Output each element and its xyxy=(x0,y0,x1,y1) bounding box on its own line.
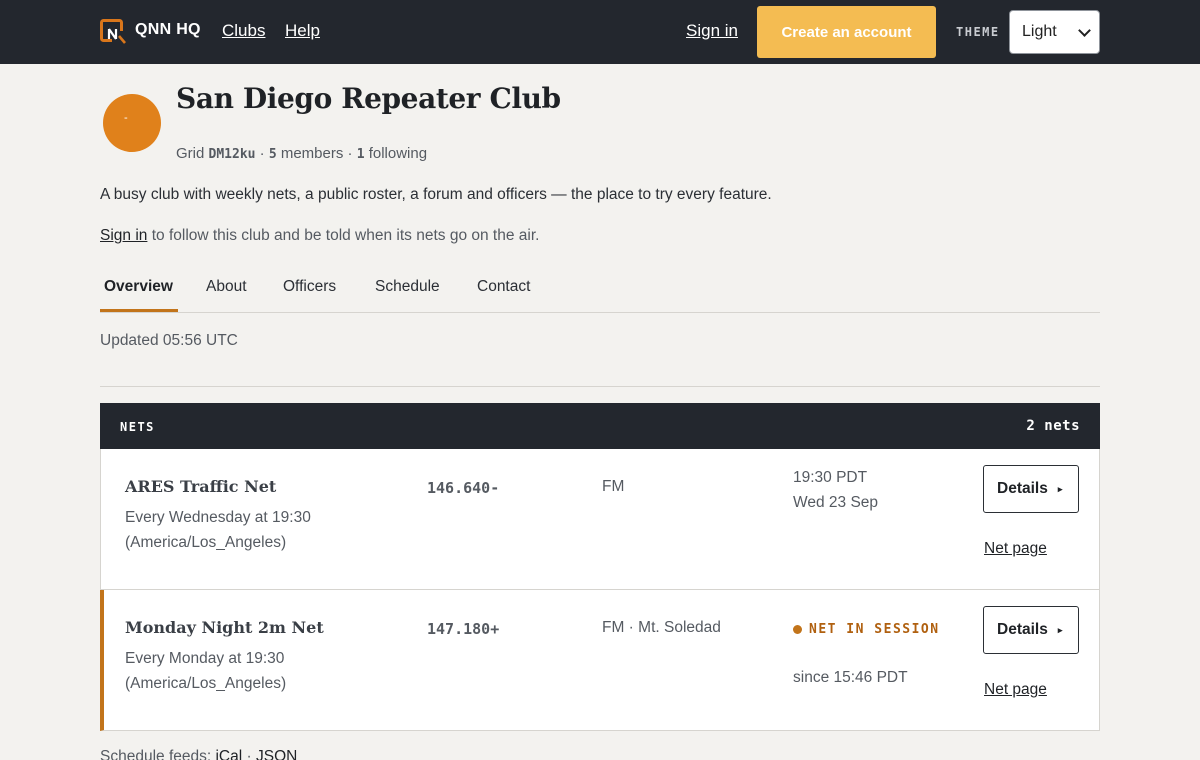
grid-value: DM12ku xyxy=(208,147,256,162)
tab-contact[interactable]: Contact xyxy=(477,278,530,296)
theme-select-value: Light xyxy=(1022,23,1057,40)
club-tabs: Overview About Officers Schedule Contact xyxy=(100,270,1100,313)
net-frequency: 147.180+ xyxy=(427,620,500,638)
net-mode: FM · Mt. Soledad xyxy=(602,619,721,636)
divider xyxy=(100,386,1100,387)
club-avatar-glyph: - xyxy=(124,112,128,124)
active-tab-indicator xyxy=(100,309,178,312)
page-title: San Diego Repeater Club xyxy=(176,82,561,115)
json-link[interactable]: JSON xyxy=(256,748,297,760)
follow-prompt: Sign in to follow this club and be told … xyxy=(100,227,539,245)
net-status-text: NET IN SESSION xyxy=(809,622,940,637)
nets-count: 2 nets xyxy=(1026,418,1080,434)
net-schedule: Every Wednesday at 19:30 (America/Los_An… xyxy=(125,509,311,551)
follow-sign-in-link[interactable]: Sign in xyxy=(100,227,147,244)
create-account-button[interactable]: Create an account xyxy=(757,6,936,58)
updated-timestamp: Updated 05:56 UTC xyxy=(100,332,238,349)
nav-link-help[interactable]: Help xyxy=(285,21,320,41)
following-label: following xyxy=(368,145,428,162)
members-count: 5 xyxy=(268,147,277,162)
details-label: Details xyxy=(997,621,1048,638)
net-name: ARES Traffic Net xyxy=(125,477,277,496)
tab-overview[interactable]: Overview xyxy=(104,278,173,296)
feeds-label: Schedule feeds: xyxy=(100,748,212,760)
tab-schedule[interactable]: Schedule xyxy=(375,278,440,296)
net-since: since 15:46 PDT xyxy=(793,669,908,686)
triangle-right-icon: ▸ xyxy=(1057,483,1063,494)
nav-link-clubs[interactable]: Clubs xyxy=(222,21,265,41)
net-frequency: 146.640- xyxy=(427,479,500,497)
separator: · xyxy=(246,748,252,760)
net-page-link[interactable]: Net page xyxy=(984,540,1047,558)
club-avatar: - xyxy=(103,94,161,152)
net-date-value: Wed 23 Sep xyxy=(793,493,879,511)
net-status-badge: NET IN SESSION xyxy=(793,622,940,637)
schedule-feeds: Schedule feeds: iCal · JSON xyxy=(100,748,297,760)
net-next-time: 19:30 PDT Wed 23 Sep xyxy=(793,466,878,515)
separator: · xyxy=(259,145,265,162)
ical-link[interactable]: iCal xyxy=(215,748,242,760)
grid-label: Grid xyxy=(176,145,205,162)
net-row: ARES Traffic Net Every Wednesday at 19:3… xyxy=(100,449,1100,590)
follow-prompt-text: to follow this club and be told when its… xyxy=(147,227,540,244)
theme-label: THEME xyxy=(956,25,1000,39)
live-dot-icon xyxy=(793,625,802,634)
details-button[interactable]: Details ▸ xyxy=(983,465,1079,513)
net-row: Monday Night 2m Net Every Monday at 19:3… xyxy=(100,590,1100,731)
sign-in-link[interactable]: Sign in xyxy=(686,21,738,41)
following-count: 1 xyxy=(356,147,365,162)
qnn-logo-icon[interactable] xyxy=(100,19,126,45)
triangle-right-icon: ▸ xyxy=(1057,624,1063,635)
net-time-value: 19:30 PDT xyxy=(793,469,868,486)
chevron-down-icon xyxy=(1078,24,1091,37)
net-schedule: Every Monday at 19:30 (America/Los_Angel… xyxy=(125,650,287,692)
members-label: members xyxy=(280,145,344,162)
theme-select[interactable]: Light xyxy=(1009,10,1100,54)
club-meta: Grid DM12ku · 5 members · 1 following xyxy=(176,145,427,162)
net-mode: FM xyxy=(602,478,625,495)
top-nav: QNN HQ Clubs Help Sign in Create an acco… xyxy=(0,0,1200,64)
brand-name[interactable]: QNN HQ xyxy=(135,21,201,39)
details-button[interactable]: Details ▸ xyxy=(983,606,1079,654)
tab-about[interactable]: About xyxy=(206,278,247,296)
details-label: Details xyxy=(997,480,1048,497)
club-description: A busy club with weekly nets, a public r… xyxy=(100,186,772,203)
tab-officers[interactable]: Officers xyxy=(283,278,336,296)
nets-header: NETS 2 nets xyxy=(100,403,1100,449)
net-page-link[interactable]: Net page xyxy=(984,681,1047,699)
nets-header-label: NETS xyxy=(120,420,155,434)
separator: · xyxy=(347,145,353,162)
net-name: Monday Night 2m Net xyxy=(125,618,324,637)
